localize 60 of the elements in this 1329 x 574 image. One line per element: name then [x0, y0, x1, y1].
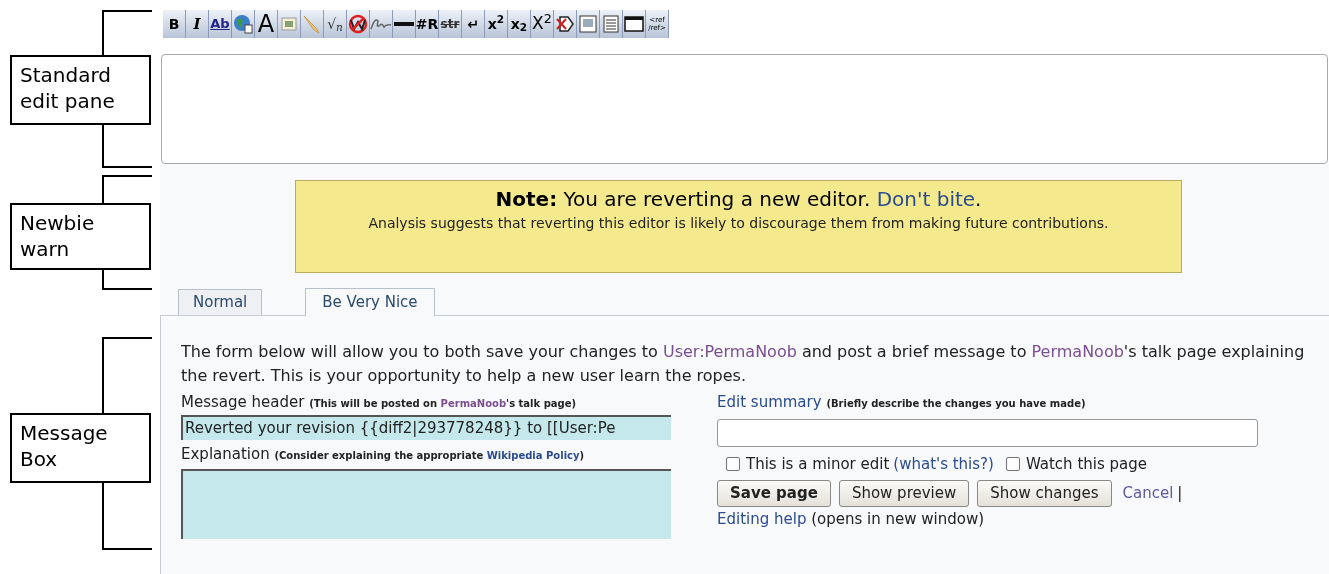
brush-icon	[302, 14, 322, 34]
summary-field[interactable]	[717, 419, 1258, 447]
bracket-line	[101, 125, 153, 168]
checkbox-label: This is a minor edit	[746, 453, 890, 475]
toolbar-button[interactable]: x$_{2}$	[508, 10, 531, 38]
link[interactable]: (what's this?)	[893, 452, 994, 476]
toolbar-button[interactable]: √$_{n}$	[324, 10, 347, 38]
globe-icon	[233, 14, 253, 34]
tab[interactable]: Normal	[178, 289, 263, 315]
bracket-line	[101, 175, 153, 203]
tab[interactable]: Be Very Nice	[305, 288, 435, 316]
field-label: Explanation (Consider explaining the appropriate Wikipedia Policy)	[181, 444, 586, 465]
bracket-line	[101, 483, 153, 550]
link[interactable]: Don't bite	[876, 187, 976, 211]
toolbar-button[interactable]	[554, 10, 577, 38]
link[interactable]: PermaNoob	[440, 398, 507, 409]
no-entry-icon	[348, 14, 368, 34]
separator: |	[1177, 483, 1183, 505]
help-text: Editing help (opens in new window)	[717, 509, 986, 530]
warning-text: Analysis suggests that reverting this editor is likely to discourage them from making future contributions.	[367, 214, 1110, 233]
checkbox[interactable]	[726, 457, 740, 471]
action-button[interactable]: Save page	[717, 480, 831, 507]
toolbar-button[interactable]	[393, 10, 416, 38]
window-icon	[624, 16, 644, 32]
checkbox[interactable]	[1005, 457, 1020, 471]
toolbar-button[interactable]	[347, 10, 370, 38]
link[interactable]: User:PermaNoob	[662, 342, 797, 361]
toolbar-button[interactable]: #R	[416, 10, 439, 38]
warning-title: Note: You are reverting a new editor. Don't bite.	[495, 186, 982, 212]
intro-text: The form below will allow you to both save your changes to User:PermaNoob and post a brief message to PermaNoob's talk page explaining the revert. This is your opportunity to help a new user learn the ropes.	[181, 341, 1306, 387]
annotation-label: Newbie warn	[10, 203, 151, 270]
field-label: Edit summary (Briefly describe the changes you have made)	[717, 392, 1087, 413]
field-label: Message header (This will be posted on PermaNoob's talk page)	[181, 392, 578, 413]
annotation-label: Message Box	[10, 413, 151, 483]
toolbar-button[interactable]: A	[255, 10, 278, 38]
bracket-line	[101, 10, 153, 55]
explanation-textarea[interactable]	[181, 469, 671, 539]
checkbox-label: Watch this page	[1025, 453, 1147, 475]
toolbar-button[interactable]: x$^{2}$	[485, 10, 508, 38]
annotation-label: Standard edit pane	[10, 55, 151, 125]
bracket-line	[101, 270, 153, 290]
toolbar-button[interactable]: ↵	[462, 10, 485, 38]
link[interactable]: Edit summary	[717, 393, 822, 411]
tag-icon	[556, 15, 574, 33]
link[interactable]: PermaNoob	[1031, 342, 1124, 361]
document-icon	[603, 15, 619, 33]
cancel-link[interactable]: Cancel	[1122, 482, 1174, 505]
picture-frame-icon	[579, 15, 597, 33]
toolbar-button[interactable]: X$^{2}$	[531, 10, 554, 38]
image-icon	[281, 17, 297, 31]
toolbar-button[interactable]: I	[186, 10, 209, 38]
link[interactable]: Wikipedia Policy	[486, 450, 580, 461]
toolbar-button[interactable]: Ab	[209, 10, 232, 38]
input-field[interactable]: Reverted your revision {{diff2|293778248}} to [[User:Pe	[181, 415, 671, 440]
action-button[interactable]: Show preview	[838, 480, 970, 507]
action-button[interactable]: Show changes	[977, 480, 1112, 507]
toolbar-button[interactable]: B	[163, 10, 186, 38]
toolbar-button[interactable]	[623, 10, 646, 38]
toolbar-button[interactable]: str	[439, 10, 462, 38]
link[interactable]: Editing help	[717, 510, 807, 528]
